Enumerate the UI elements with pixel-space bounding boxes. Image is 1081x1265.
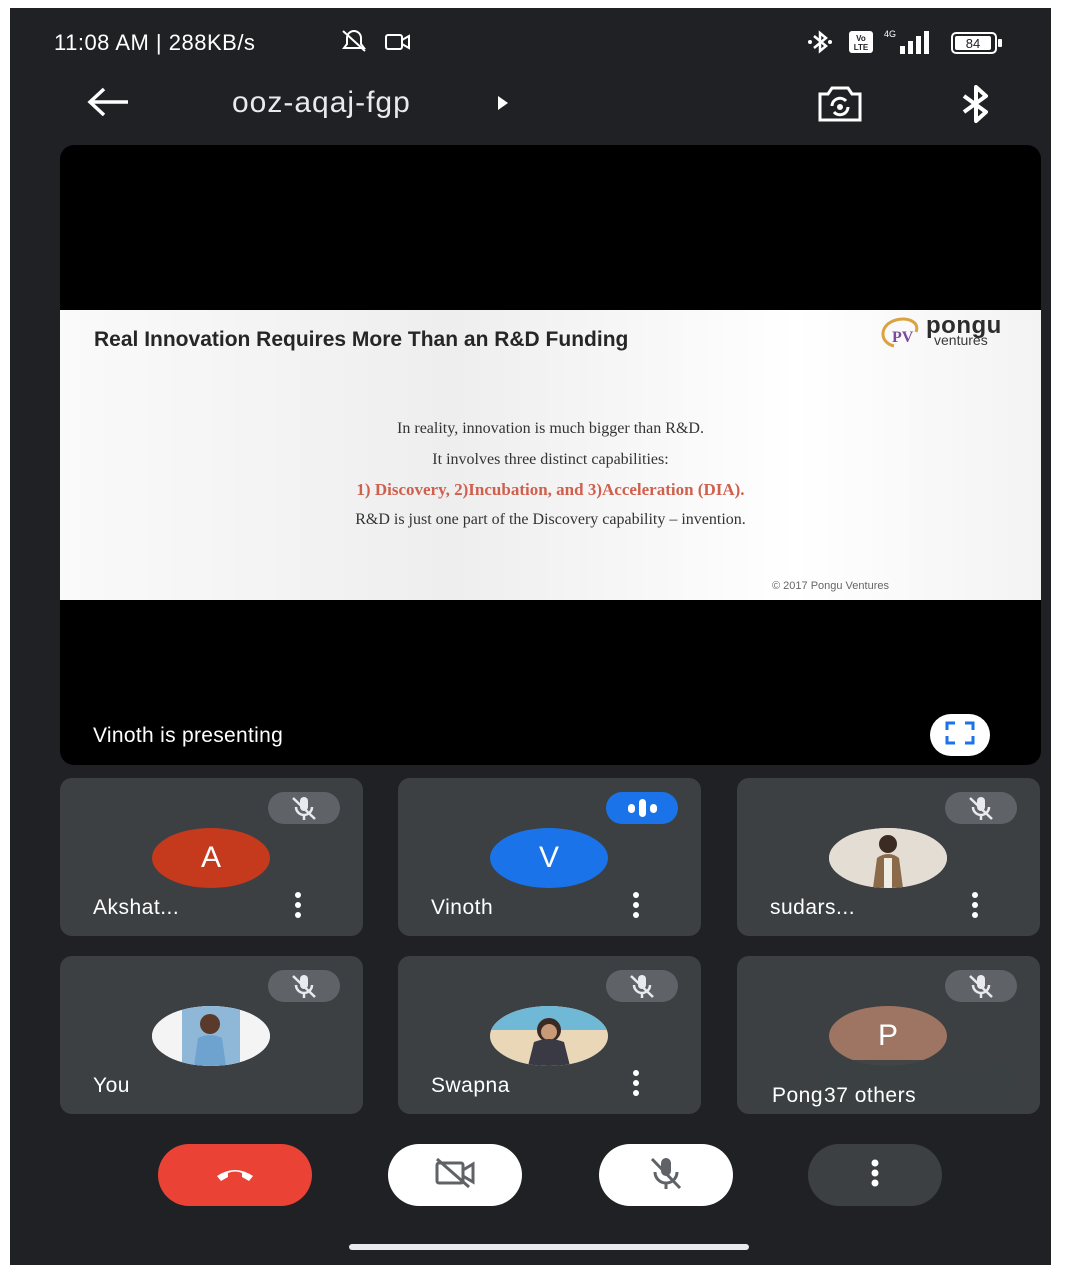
mute-notification-icon <box>340 28 368 60</box>
participant-tile[interactable]: V Vinoth <box>398 778 701 936</box>
svg-text:84: 84 <box>966 36 980 51</box>
mic-off-icon <box>646 1154 686 1197</box>
mic-off-icon <box>945 970 1017 1002</box>
avatar-initial: A <box>200 841 221 874</box>
others-count: 37 others <box>824 1084 917 1107</box>
battery-icon: 84 <box>950 30 1006 62</box>
svg-text:LTE: LTE <box>854 43 869 52</box>
camera-toggle-button[interactable] <box>388 1144 522 1206</box>
audio-output-button[interactable] <box>954 82 998 126</box>
more-vert-icon[interactable] <box>624 1066 648 1100</box>
participant-name: sudars... <box>770 896 856 919</box>
participant-name: Vinoth <box>431 896 494 919</box>
slide-text-line: In reality, innovation is much bigger th… <box>397 420 704 437</box>
screen-record-icon <box>384 32 412 58</box>
mic-off-icon <box>268 792 340 824</box>
participant-name: Akshat... <box>93 896 180 919</box>
avatar: A <box>152 828 270 888</box>
participant-tile[interactable]: sudars... <box>737 778 1040 936</box>
svg-text:4G: 4G <box>884 29 896 39</box>
avatar-photo <box>490 1006 608 1066</box>
top-bar: ooz-aqaj-fgp <box>10 72 1051 136</box>
mic-toggle-button[interactable] <box>599 1144 733 1206</box>
switch-camera-button[interactable] <box>814 82 866 126</box>
signal-4g-icon: 4G <box>880 28 936 62</box>
avatar-photo <box>829 828 947 888</box>
meet-screen: 11:08 AM | 288KB/s Vo LTE 4G 84 ooz-aqaj-… <box>10 8 1051 1265</box>
slide-text-line: It involves three distinct capabilities: <box>432 451 669 468</box>
more-vert-icon <box>869 1158 881 1193</box>
avatar-photo <box>152 1006 270 1066</box>
pongu-ventures-logo: PV pongu ventures <box>872 312 1040 354</box>
switch-camera-icon <box>814 86 866 130</box>
mic-off-icon <box>606 970 678 1002</box>
slide-title: Real Innovation Requires More Than an R&… <box>94 328 629 351</box>
status-bar: 11:08 AM | 288KB/s Vo LTE 4G 84 <box>10 8 1051 72</box>
participant-name: Pong <box>772 1084 824 1107</box>
status-time: 11:08 AM | 288KB/s <box>54 30 256 55</box>
logo-mark: PV <box>892 329 914 346</box>
presenting-label: Vinoth is presenting <box>93 724 284 747</box>
slide-highlight-line: 1) Discovery, 2)Incubation, and 3)Accele… <box>356 480 745 499</box>
participant-name: You <box>93 1074 130 1097</box>
bluetooth-icon <box>954 85 998 130</box>
presentation-view[interactable]: Real Innovation Requires More Than an R&… <box>60 145 1041 765</box>
avatar-initial: V <box>538 841 559 874</box>
mic-off-icon <box>268 970 340 1002</box>
back-arrow-icon <box>86 87 130 122</box>
more-options-button[interactable] <box>808 1144 942 1206</box>
meeting-code[interactable]: ooz-aqaj-fgp <box>232 86 411 120</box>
end-call-button[interactable] <box>158 1144 312 1206</box>
slide-copyright: © 2017 Pongu Ventures <box>772 580 889 592</box>
slide-text-line: R&D is just one part of the Discovery ca… <box>355 511 746 528</box>
volte-icon: Vo LTE <box>848 30 874 60</box>
more-vert-icon[interactable] <box>963 888 987 922</box>
participant-tile[interactable]: A Akshat... <box>60 778 363 936</box>
avatar: V <box>490 828 608 888</box>
mic-off-icon <box>945 792 1017 824</box>
back-button[interactable] <box>80 84 136 124</box>
others-label[interactable]: Pong37 others <box>772 1084 916 1108</box>
presented-slide: Real Innovation Requires More Than an R&… <box>60 310 1041 600</box>
avatar-initial: P <box>877 1019 898 1052</box>
avatar: P <box>829 1006 947 1066</box>
more-vert-icon[interactable] <box>286 888 310 922</box>
bluetooth-icon <box>806 28 834 62</box>
end-call-icon <box>213 1162 257 1189</box>
home-indicator[interactable] <box>349 1244 749 1250</box>
participant-tile[interactable]: Swapna <box>398 956 701 1114</box>
fullscreen-icon <box>945 721 975 750</box>
participant-tile-others[interactable]: P Pong37 others <box>737 956 1040 1114</box>
participant-tile[interactable]: You <box>60 956 363 1114</box>
more-vert-icon[interactable] <box>624 888 648 922</box>
camera-off-icon <box>433 1156 477 1195</box>
caret-right-icon[interactable] <box>496 94 510 117</box>
fullscreen-button[interactable] <box>930 714 990 756</box>
svg-text:Vo: Vo <box>856 34 866 43</box>
logo-subtitle: ventures <box>934 332 988 348</box>
participant-name: Swapna <box>431 1074 510 1097</box>
speaking-indicator-icon <box>606 792 678 824</box>
